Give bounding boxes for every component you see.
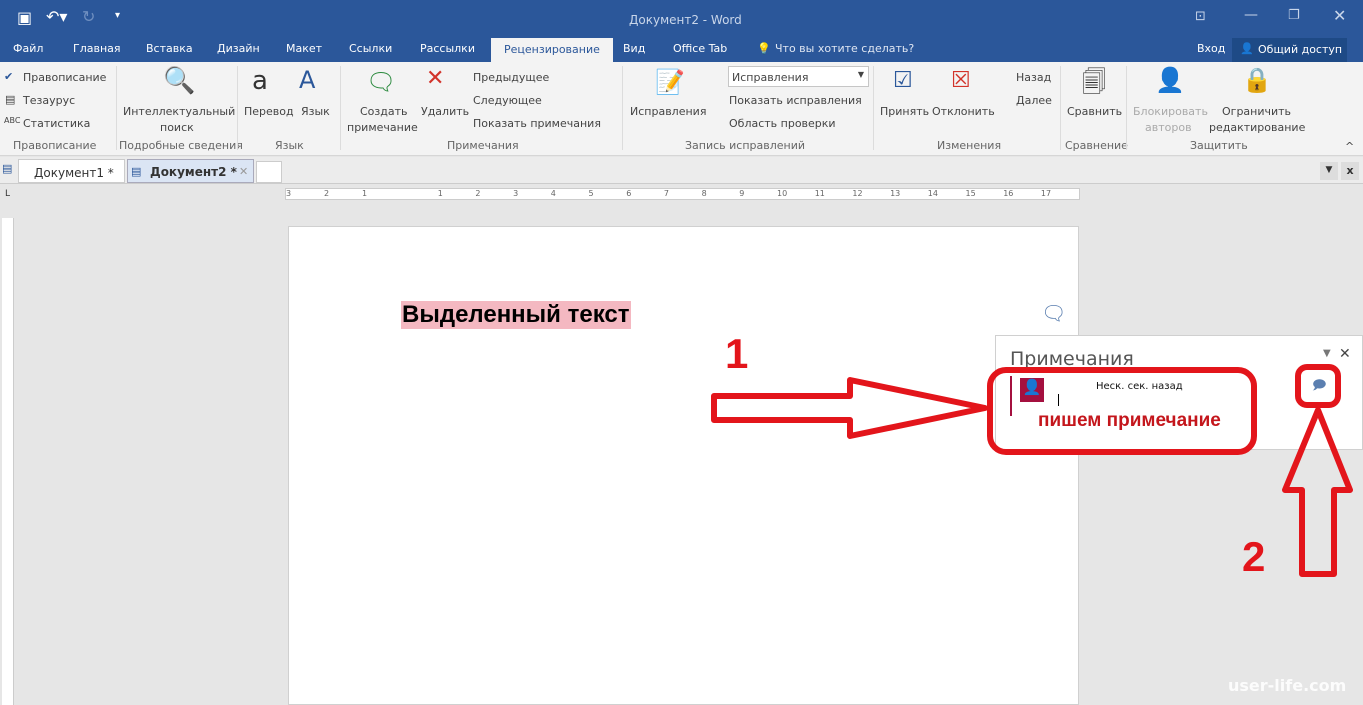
annotation-caption: пишем примечание xyxy=(1038,410,1221,431)
annotation-label-2: 2 xyxy=(1242,533,1266,580)
annotation-overlay xyxy=(711,364,1353,577)
annotation-label-1: 1 xyxy=(725,330,749,377)
reply-icon-highlight-box xyxy=(1295,364,1341,408)
watermark: user-life.com xyxy=(1228,676,1347,695)
arrow-right-annotation xyxy=(711,377,988,439)
arrow-up-annotation xyxy=(1282,407,1353,577)
